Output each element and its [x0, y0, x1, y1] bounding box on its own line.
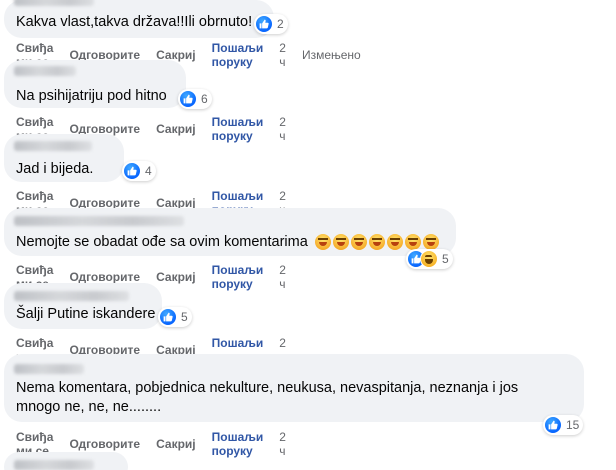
like-icon	[179, 90, 197, 108]
comment-bubble-partial	[4, 452, 128, 470]
like-icon	[544, 416, 562, 434]
author-name-blurred[interactable]	[14, 460, 94, 470]
reply-button[interactable]: Одговорите	[69, 437, 140, 451]
comment-bubble: Jad i bijeda.	[4, 134, 124, 182]
send-message-link[interactable]: Пошаљи поруку	[212, 430, 264, 458]
hide-button[interactable]: Сакриј	[156, 437, 196, 451]
reaction-count: 6	[201, 92, 208, 106]
author-name-blurred[interactable]	[14, 364, 84, 374]
like-icon	[123, 162, 141, 180]
comment-bubble: Na psihijatriju pod hitno	[4, 60, 186, 108]
reply-button[interactable]: Одговорите	[69, 270, 140, 284]
like-icon	[159, 308, 177, 326]
author-name-blurred[interactable]	[14, 0, 94, 6]
reaction-count: 15	[566, 418, 580, 432]
comment-text: Šalji Putine iskandere	[16, 306, 156, 322]
reaction-badge[interactable]: 2	[254, 14, 288, 34]
reaction-count: 2	[277, 17, 284, 31]
hide-button[interactable]: Сакриј	[156, 122, 196, 136]
comment-text: Na psihijatriju pod hitno	[16, 88, 167, 104]
reaction-badge[interactable]: 6	[178, 89, 212, 109]
send-message-link[interactable]: Пошаљи поруку	[212, 115, 264, 143]
reaction-count: 4	[145, 164, 152, 178]
timestamp[interactable]: 2 ч	[279, 115, 286, 143]
author-name-blurred[interactable]	[14, 216, 184, 226]
comment-bubble: Kakva vlast,takva država!!Ili obrnuto!	[4, 0, 274, 38]
timestamp[interactable]: 2 ч	[279, 430, 286, 458]
comment-text: Nemojte se obadat ođe sa ovim komentarim…	[16, 233, 441, 252]
send-message-link[interactable]: Пошаљи поруку	[212, 41, 264, 69]
reaction-badge[interactable]: 5	[158, 307, 192, 327]
reaction-badge[interactable]: 15	[543, 415, 584, 435]
author-name-blurred[interactable]	[14, 141, 92, 151]
laughing-emoji	[314, 234, 331, 251]
edited-label: Измењено	[301, 48, 361, 62]
author-name-blurred[interactable]	[14, 291, 129, 301]
comment-bubble: Nema komentara, pobjednica nekulture, ne…	[4, 354, 584, 422]
comment-bubble: Šalji Putine iskandere	[4, 283, 162, 329]
haha-icon	[420, 250, 438, 268]
like-icon	[255, 15, 273, 33]
author-name-blurred[interactable]	[14, 66, 76, 76]
reaction-badge[interactable]: 4	[122, 161, 156, 181]
laughing-emoji	[368, 234, 385, 251]
comment-text: Jad i bijeda.	[16, 161, 94, 177]
comment-text: Nema komentara, pobjednica nekulture, ne…	[16, 380, 519, 415]
hide-button[interactable]: Сакриј	[156, 270, 196, 284]
comment-text: Kakva vlast,takva država!!Ili obrnuto!	[16, 14, 253, 30]
laughing-emoji	[422, 234, 439, 251]
reaction-count: 5	[442, 252, 449, 266]
laughing-emoji	[386, 234, 403, 251]
comment-bubble: Nemojte se obadat ođe sa ovim komentarim…	[4, 208, 456, 256]
laughing-emoji	[332, 234, 349, 251]
laughing-emoji	[350, 234, 367, 251]
laughing-emoji	[404, 234, 421, 251]
reaction-count: 5	[181, 310, 188, 324]
comment-text-body: Nemojte se obadat ođe sa ovim komentarim…	[16, 234, 308, 250]
send-message-link[interactable]: Пошаљи поруку	[212, 263, 264, 291]
emoji-row	[314, 234, 441, 251]
reaction-badge[interactable]: 5	[406, 249, 453, 269]
timestamp[interactable]: 2 ч	[279, 263, 286, 291]
timestamp[interactable]: 2 ч	[279, 41, 286, 69]
